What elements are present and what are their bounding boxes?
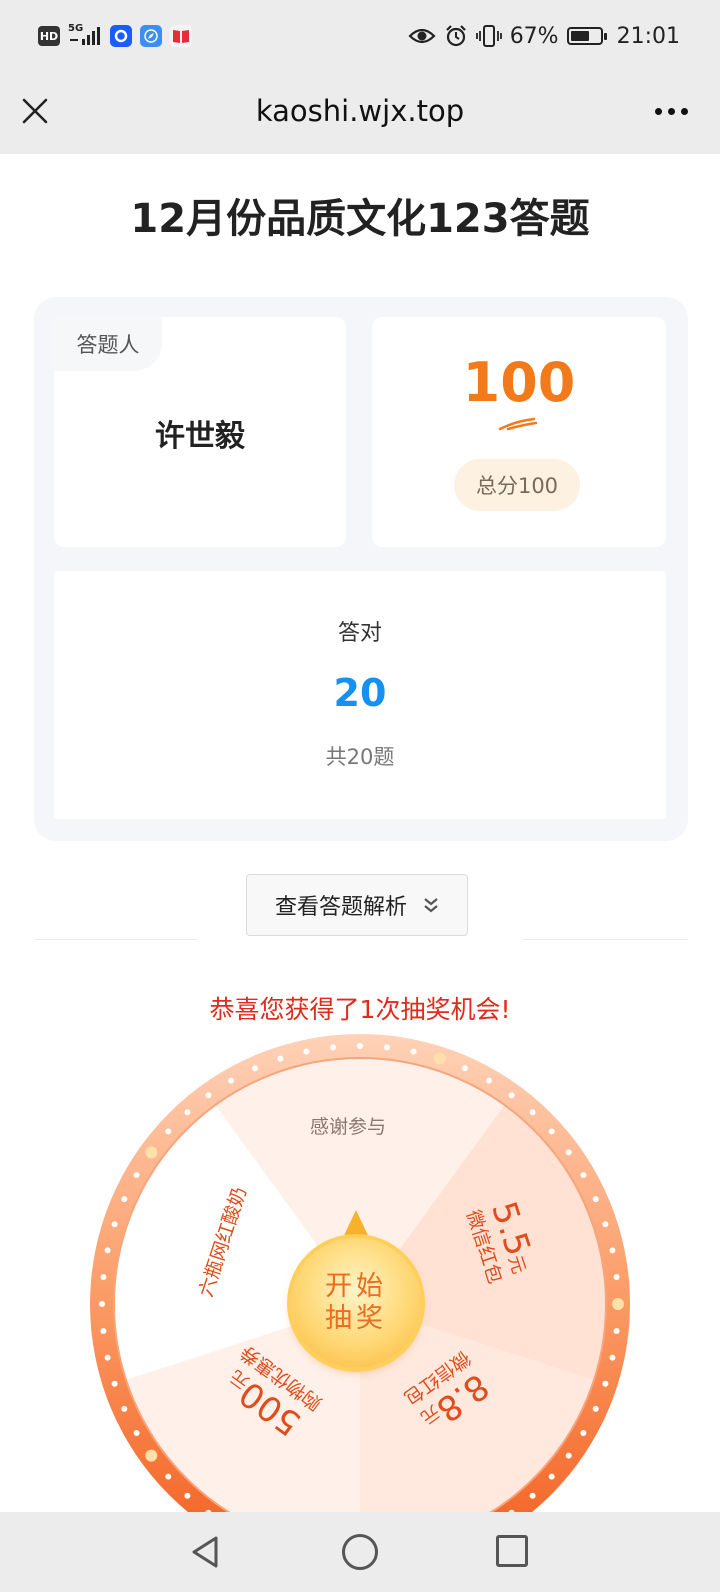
rim-dot	[165, 1128, 172, 1135]
double-chevron-down-icon	[424, 898, 438, 913]
rim-dot	[565, 1149, 572, 1156]
divider-left	[34, 939, 198, 940]
rim-dot	[121, 1196, 128, 1203]
url-title: kaoshi.wjx.top	[255, 94, 465, 128]
hd-icon: HD	[38, 26, 60, 46]
start-lottery-label-2: 抽奖	[325, 1303, 387, 1334]
rim-dot	[602, 1221, 609, 1228]
total-questions: 共20题	[325, 745, 395, 769]
status-time: 21:01	[616, 23, 680, 49]
rim-dot	[486, 1077, 492, 1084]
rim-dot	[461, 1065, 468, 1072]
rim-dot	[145, 1449, 158, 1462]
rim-dot	[548, 1473, 555, 1480]
rim-dot	[165, 1473, 172, 1480]
rim-dot	[277, 1055, 284, 1062]
vibrate-icon	[475, 25, 502, 47]
correct-label: 答对	[337, 621, 382, 646]
rim-dot	[384, 1044, 390, 1051]
rim-dot	[565, 1452, 572, 1459]
status-left: HD 5G	[38, 23, 192, 48]
rim-dot	[508, 1092, 515, 1099]
page-title: 12月份品质文化123答题	[130, 196, 590, 242]
battery-icon	[566, 27, 607, 45]
rim-dot	[100, 1274, 107, 1280]
rim-dot	[111, 1380, 118, 1387]
rim-dot	[592, 1405, 599, 1412]
score-card: 100 总分100	[372, 317, 666, 547]
rim-dot	[602, 1380, 609, 1387]
prize-thanks: 感谢参与	[310, 1116, 387, 1138]
score-panel: 答题人 许世毅 100 总分100 答对 20 共20题	[34, 297, 688, 841]
rim-dot	[592, 1196, 599, 1203]
eye-icon	[408, 28, 436, 44]
rim-dot	[121, 1405, 128, 1412]
alarm-icon	[445, 25, 466, 47]
total-score-badge: 总分100	[454, 459, 580, 511]
app-icon-book	[170, 25, 192, 47]
rim-dot	[100, 1328, 107, 1334]
rim-dot	[104, 1247, 111, 1254]
rim-dot	[330, 1044, 336, 1051]
more-icon[interactable]	[655, 108, 688, 115]
rim-dot	[529, 1109, 536, 1116]
start-lottery-button[interactable]: 开始 抽奖	[291, 1238, 421, 1368]
rim-dot	[133, 1430, 140, 1436]
rim-dot	[613, 1328, 620, 1334]
correct-count: 20	[333, 671, 387, 715]
app-icon-compass	[140, 25, 162, 47]
rim-dot	[580, 1172, 587, 1178]
rim-dot	[433, 1052, 446, 1065]
rim-dot	[104, 1354, 111, 1361]
rim-dot	[609, 1247, 616, 1254]
app-icon-blue-circle	[110, 25, 132, 47]
browser-nav-bar: kaoshi.wjx.top	[0, 72, 720, 154]
battery-fill	[570, 31, 590, 41]
rim-dot	[529, 1492, 536, 1499]
system-nav-bar	[0, 1512, 720, 1592]
rim-dot	[580, 1430, 587, 1436]
divider-right	[522, 939, 688, 940]
status-right: 67% 21:01	[408, 22, 680, 50]
status-bar: HD 5G 67% 21:01	[0, 0, 720, 72]
signal-icon: 5G	[68, 23, 102, 47]
view-analysis-label: 查看答题解析	[274, 895, 407, 920]
back-icon[interactable]	[188, 1534, 224, 1570]
lottery-message: 恭喜您获得了1次抽奖机会!	[209, 995, 511, 1024]
rim-dot	[609, 1354, 616, 1361]
score-underline-icon	[498, 417, 538, 431]
rim-dot	[184, 1492, 191, 1499]
rim-dot	[613, 1274, 620, 1280]
respondent-name: 许世毅	[155, 419, 245, 454]
rim-dot	[145, 1146, 158, 1159]
correct-card: 答对 20 共20题	[54, 571, 666, 819]
battery-percent: 67%	[509, 23, 559, 49]
rim-dot	[612, 1298, 624, 1310]
rim-dot	[303, 1048, 310, 1055]
rim-dot	[99, 1301, 105, 1307]
respondent-card: 答题人 许世毅	[54, 317, 346, 547]
rim-dot	[357, 1043, 363, 1049]
rim-dot	[548, 1128, 555, 1135]
rim-dot	[252, 1065, 259, 1072]
rim-dot	[184, 1109, 191, 1116]
respondent-label: 答题人	[54, 317, 162, 371]
recent-apps-icon[interactable]	[496, 1535, 528, 1567]
rim-dot	[205, 1092, 212, 1099]
rim-dot	[410, 1048, 417, 1055]
view-analysis-button[interactable]: 查看答题解析	[246, 874, 468, 936]
score-value: 100	[462, 351, 576, 414]
home-icon[interactable]	[342, 1534, 378, 1570]
start-lottery-label-1: 开始	[325, 1271, 387, 1302]
rim-dot	[228, 1077, 234, 1084]
rim-dot	[133, 1172, 140, 1178]
rim-dot	[111, 1221, 118, 1228]
